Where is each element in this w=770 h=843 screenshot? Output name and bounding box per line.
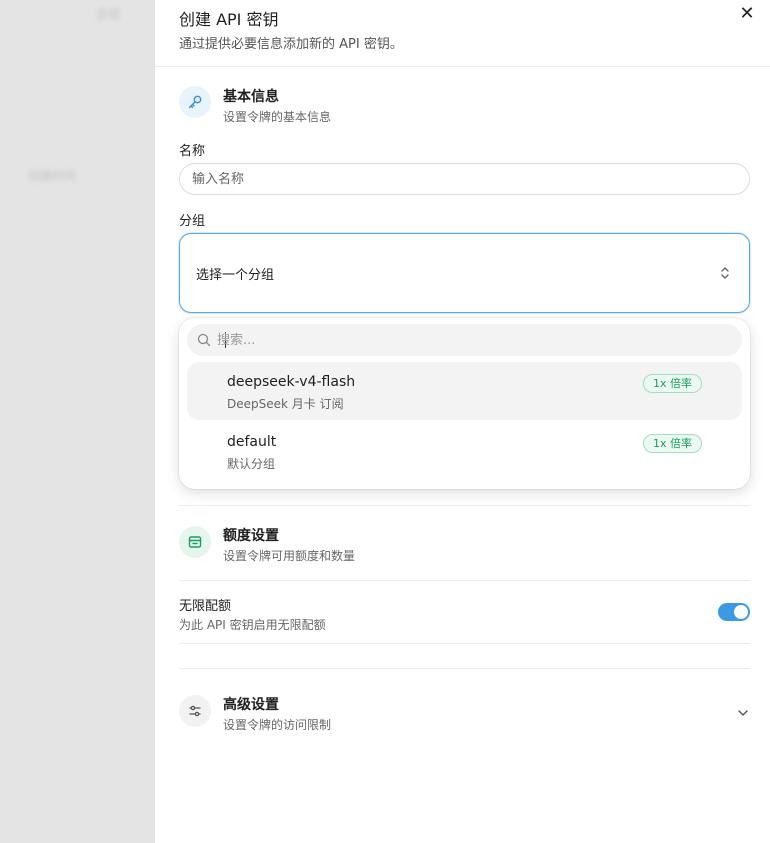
quota-section-subtitle: 设置令牌可用额度和数量 [223, 549, 356, 563]
group-option[interactable]: deepseek-v4-flash DeepSeek 月卡 订阅 1x 倍率 [187, 362, 742, 420]
group-search-input[interactable] [217, 324, 717, 356]
sliders-icon [179, 695, 211, 727]
section-divider [179, 668, 750, 669]
create-api-key-drawer: 创建 API 密钥 通过提供必要信息添加新的 API 密钥。 ✕ 基本信息 设置… [155, 0, 770, 843]
group-option-name: deepseek-v4-flash [227, 374, 356, 390]
name-input[interactable] [179, 163, 750, 195]
unlimited-quota-label: 无限配额 [179, 599, 232, 614]
backdrop-tab-all: 全部 [96, 7, 121, 21]
backdrop-page: 全部 创建时间 [0, 0, 155, 843]
group-option[interactable]: default 默认分组 1x 倍率 [187, 422, 742, 480]
group-search [187, 324, 742, 356]
group-option-description: 默认分组 [227, 457, 276, 471]
drawer-header: 创建 API 密钥 通过提供必要信息添加新的 API 密钥。 ✕ [155, 0, 770, 67]
chevron-down-icon[interactable] [736, 706, 750, 720]
chevron-updown-icon [721, 267, 729, 279]
group-select-value: 选择一个分组 [196, 268, 275, 283]
group-option-name: default [227, 434, 277, 450]
key-icon [179, 86, 211, 118]
advanced-section-subtitle: 设置令牌的访问限制 [223, 718, 332, 732]
section-divider [179, 505, 750, 506]
advanced-section-title: 高级设置 [223, 697, 279, 713]
toggle-knob [734, 605, 748, 619]
close-icon[interactable]: ✕ [738, 5, 756, 23]
unlimited-quota-toggle[interactable] [718, 603, 750, 621]
drawer-subtitle: 通过提供必要信息添加新的 API 密钥。 [179, 37, 403, 52]
section-divider [179, 643, 750, 644]
group-field-label: 分组 [179, 214, 206, 229]
search-icon [197, 333, 211, 347]
ratio-badge: 1x 倍率 [642, 374, 702, 393]
wallet-icon [179, 526, 211, 558]
ratio-badge: 1x 倍率 [642, 434, 702, 453]
group-select[interactable]: 选择一个分组 [179, 233, 750, 313]
unlimited-quota-description: 为此 API 密钥启用无限配额 [179, 618, 326, 632]
name-field-label: 名称 [179, 144, 206, 159]
drawer-title: 创建 API 密钥 [179, 10, 279, 29]
quota-section-title: 额度设置 [223, 528, 279, 544]
group-dropdown: deepseek-v4-flash DeepSeek 月卡 订阅 1x 倍率 d… [179, 318, 750, 489]
backdrop-sort-label: 创建时间 [28, 169, 77, 183]
basic-section-subtitle: 设置令牌的基本信息 [223, 110, 332, 124]
basic-section-title: 基本信息 [223, 89, 279, 105]
section-divider [179, 580, 750, 581]
group-option-description: DeepSeek 月卡 订阅 [227, 397, 344, 411]
